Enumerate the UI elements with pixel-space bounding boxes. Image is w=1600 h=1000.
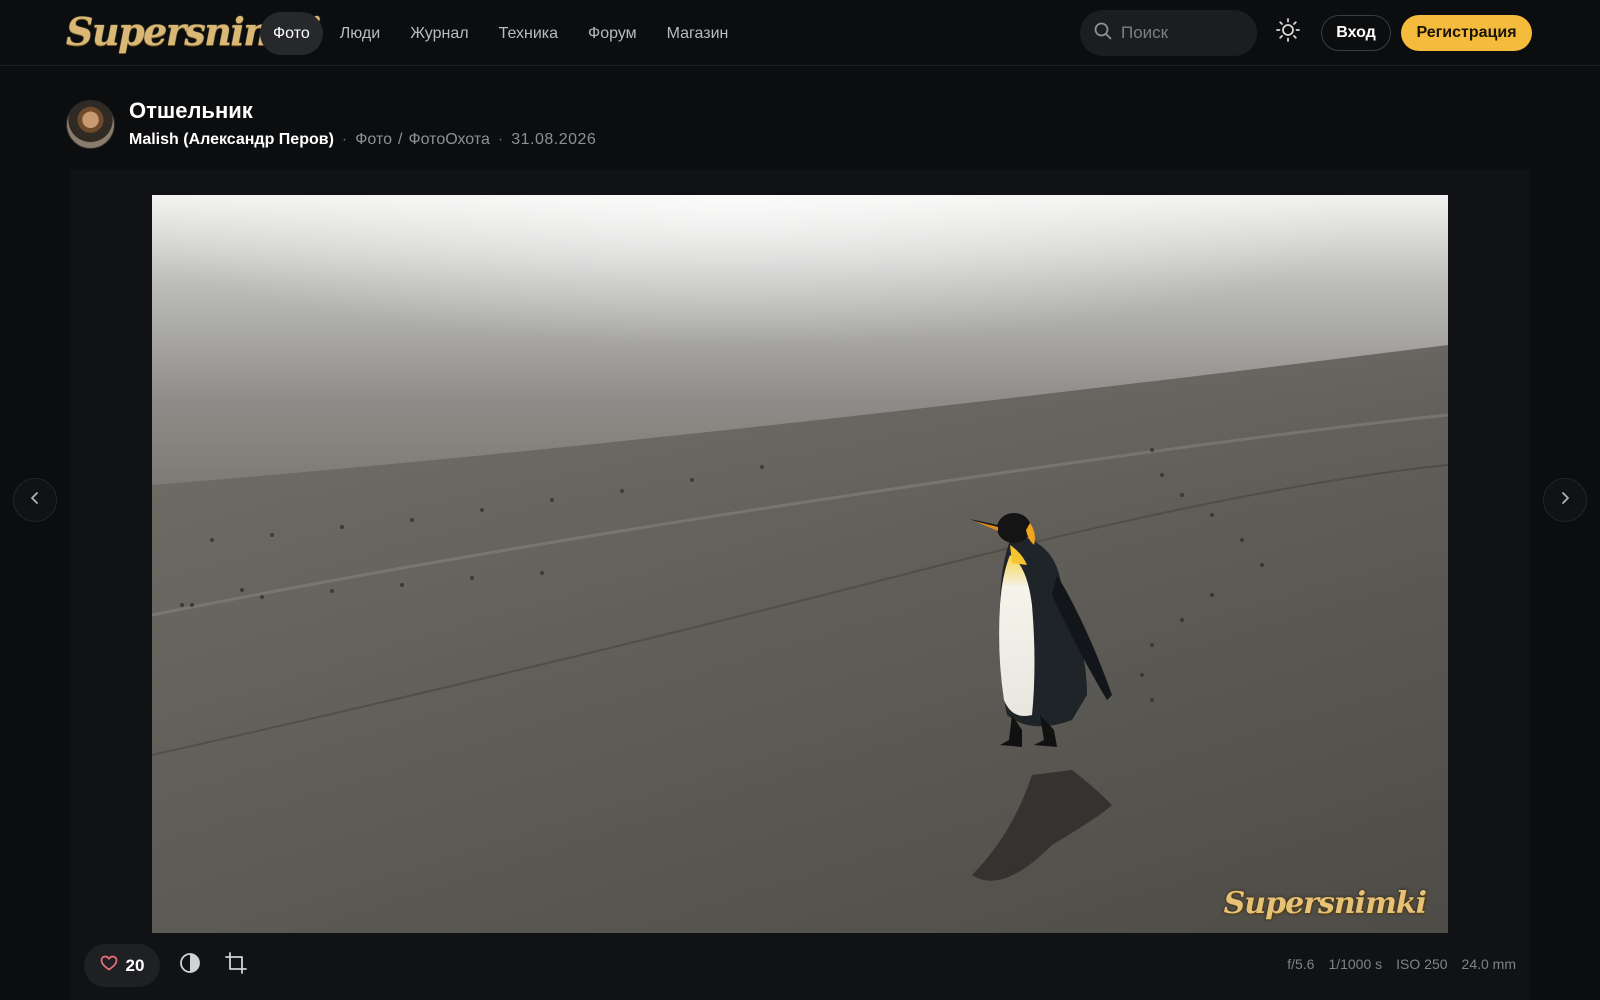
like-button[interactable]: 20 (84, 944, 160, 987)
crop-icon (225, 951, 247, 979)
nav-item-people[interactable]: Люди (327, 12, 393, 55)
nav-item-photo[interactable]: Фото (260, 12, 323, 55)
top-navigation-bar: Supersnimki Фото Люди Журнал Техника Фор… (0, 0, 1600, 66)
meta-separator: · (497, 131, 504, 148)
photo-date: 31.08.2026 (511, 131, 597, 148)
contrast-icon (179, 952, 201, 979)
photo-watermark: Supersnimki (1223, 886, 1427, 921)
nav-item-forum[interactable]: Форум (575, 12, 650, 55)
previous-photo-button[interactable] (13, 478, 57, 522)
next-photo-button[interactable] (1543, 478, 1587, 522)
chevron-right-icon (1558, 491, 1572, 510)
search-icon (1094, 22, 1112, 45)
register-button[interactable]: Регистрация (1401, 15, 1532, 51)
exif-focal-length: 24.0 mm (1461, 956, 1516, 972)
theme-toggle-button[interactable] (1273, 17, 1303, 47)
heart-icon (100, 955, 118, 976)
author-link[interactable]: Malish (Александр Перов) (129, 131, 334, 149)
nav-item-equipment[interactable]: Техника (486, 12, 571, 55)
breadcrumb-category[interactable]: ФотоОхота (408, 131, 489, 149)
main-nav: Фото Люди Журнал Техника Форум Магазин (260, 12, 741, 55)
photo-image (152, 195, 1448, 933)
photo-meta: Malish (Александр Перов) · Фото / ФотоОх… (129, 131, 596, 149)
search-box[interactable] (1080, 10, 1257, 56)
login-button[interactable]: Вход (1321, 15, 1391, 51)
like-count: 20 (125, 955, 145, 975)
nav-item-journal[interactable]: Журнал (397, 12, 481, 55)
author-avatar[interactable] (66, 100, 115, 149)
exif-aperture: f/5.6 (1287, 956, 1315, 972)
breadcrumb-separator: / (398, 131, 403, 148)
breadcrumb-photo[interactable]: Фото (355, 131, 392, 149)
nav-item-shop[interactable]: Магазин (654, 12, 742, 55)
meta-separator: · (341, 131, 348, 148)
main-photo[interactable]: Supersnimki (152, 195, 1448, 933)
exif-info: f/5.6 1/1000 s ISO 250 24.0 mm (1287, 956, 1516, 972)
photo-title: Отшельник (129, 98, 253, 123)
search-input[interactable] (1121, 23, 1241, 43)
contrast-toggle-button[interactable] (177, 952, 203, 978)
crop-button[interactable] (223, 951, 249, 979)
exif-iso: ISO 250 (1396, 956, 1448, 972)
exif-shutter: 1/1000 s (1328, 956, 1383, 972)
chevron-left-icon (28, 491, 42, 510)
sun-icon (1275, 17, 1301, 48)
